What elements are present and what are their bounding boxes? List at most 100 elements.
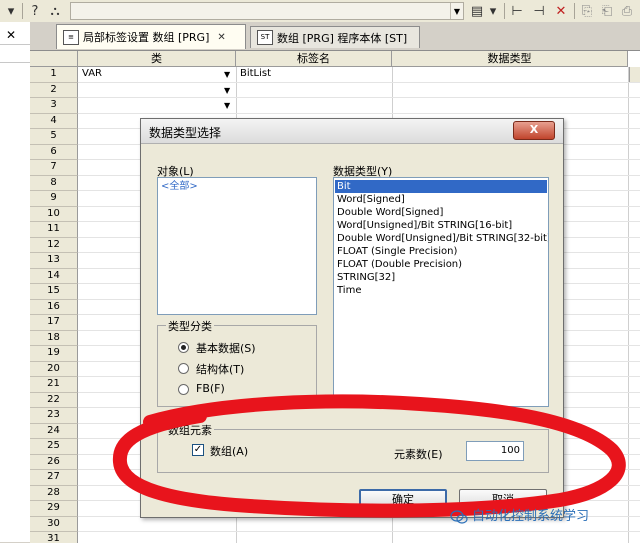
row-number[interactable]: 29: [30, 501, 78, 517]
chevron-down-icon[interactable]: ▼: [224, 101, 230, 110]
chevron-down-icon[interactable]: ▼: [224, 86, 230, 95]
chevron-down-icon[interactable]: ▼: [450, 3, 463, 19]
row-number[interactable]: 31: [30, 532, 78, 543]
tab-program-body[interactable]: ST 数组 [PRG] 程序本体 [ST]: [250, 26, 420, 48]
radio-label: FB(F): [196, 382, 225, 395]
data-type-list[interactable]: Bit Word[Signed] Double Word[Signed] Wor…: [333, 177, 549, 407]
list-item[interactable]: Double Word[Signed]: [335, 206, 443, 219]
row-number[interactable]: 16: [30, 299, 78, 315]
close-icon[interactable]: ✕: [217, 32, 225, 43]
radio-label: 基本数据(S): [196, 342, 256, 355]
array-element-group: 数组元素 ✓ 数组(A) 元素数(E) 100: [157, 422, 549, 473]
wechat-icon: [450, 509, 468, 524]
cell-class[interactable]: VAR: [82, 68, 102, 79]
row-number[interactable]: 28: [30, 485, 78, 501]
st-program-icon: ST: [257, 30, 273, 45]
list-item[interactable]: STRING[32]: [335, 271, 395, 284]
element-count-field[interactable]: 100: [466, 441, 524, 461]
row-number[interactable]: 24: [30, 423, 78, 439]
row-number[interactable]: 21: [30, 377, 78, 393]
row-number[interactable]: 18: [30, 330, 78, 346]
list-item[interactable]: <全部>: [159, 180, 198, 193]
delete-row-icon[interactable]: ✕: [552, 2, 570, 20]
row-number[interactable]: 11: [30, 222, 78, 238]
tab-local-label-settings[interactable]: ≡ 局部标签设置 数组 [PRG] ✕: [56, 24, 246, 49]
project-pane: ✕: [0, 22, 31, 542]
row-number[interactable]: 3: [30, 98, 78, 114]
chevron-down-icon[interactable]: ▼: [224, 70, 230, 79]
row-number[interactable]: 4: [30, 113, 78, 129]
tab-bar: ≡ 局部标签设置 数组 [PRG] ✕ ST 数组 [PRG] 程序本体 [ST…: [30, 22, 640, 50]
ok-button[interactable]: 确定: [359, 489, 447, 510]
list-item[interactable]: Double Word[Unsigned]/Bit STRING[32-bit]: [335, 232, 548, 245]
list-item[interactable]: Word[Signed]: [335, 193, 405, 206]
column-header-label-name[interactable]: 标签名: [236, 51, 392, 67]
row-number[interactable]: 22: [30, 392, 78, 408]
table-row: [78, 531, 640, 532]
copy-icon[interactable]: ⎗: [598, 2, 616, 20]
toolbar-icon[interactable]: ▾: [2, 2, 20, 20]
element-count-label: 元素数(E): [394, 448, 443, 461]
list-item[interactable]: Word[Unsigned]/Bit STRING[16-bit]: [335, 219, 512, 232]
watermark: 自动化控制系统学习: [450, 505, 589, 524]
insert-row-icon[interactable]: ⊢: [508, 2, 526, 20]
cut-icon[interactable]: ⎘: [578, 2, 596, 20]
checkbox-label: 数组(A): [210, 445, 249, 458]
row-number[interactable]: 13: [30, 253, 78, 269]
local-label-icon: ≡: [63, 29, 79, 45]
row-number[interactable]: 7: [30, 160, 78, 176]
array-checkbox[interactable]: ✓: [192, 444, 204, 456]
row-number[interactable]: 1: [30, 67, 78, 83]
toolbar-combo[interactable]: ▼: [70, 2, 464, 20]
table-row: [78, 97, 640, 98]
toolbar-separator: [504, 3, 505, 19]
data-type-select-dialog: 数据类型选择 X 对象(L) <全部> 数据类型(Y) Bit Word[Sig…: [140, 118, 564, 518]
dialog-title: 数据类型选择: [149, 126, 222, 140]
row-number[interactable]: 8: [30, 175, 78, 191]
row-number[interactable]: 19: [30, 346, 78, 362]
row-number[interactable]: 17: [30, 315, 78, 331]
tab-label: 局部标签设置 数组 [PRG]: [83, 31, 210, 44]
find-icon[interactable]: ⛬: [46, 2, 64, 20]
list-item[interactable]: Time: [335, 284, 361, 297]
help-icon[interactable]: ?: [26, 2, 44, 20]
toolbar: ▾ ? ⛬ ▼ ▤ ▾ ⊢ ⊣ ✕ ⎘ ⎗ ⎙: [0, 0, 640, 23]
object-list[interactable]: <全部>: [157, 177, 317, 315]
row-number[interactable]: 14: [30, 268, 78, 284]
row-number[interactable]: 15: [30, 284, 78, 300]
list-item[interactable]: Bit: [335, 180, 547, 193]
paste-icon[interactable]: ⎙: [618, 2, 636, 20]
row-number[interactable]: 25: [30, 439, 78, 455]
close-button[interactable]: X: [513, 121, 555, 140]
group-title: 数组元素: [166, 422, 214, 438]
basic-data-radio[interactable]: [178, 342, 189, 353]
chevron-down-icon[interactable]: ▾: [484, 2, 502, 20]
row-number[interactable]: 26: [30, 454, 78, 470]
row-number[interactable]: 9: [30, 191, 78, 207]
close-icon[interactable]: ✕: [6, 28, 16, 42]
cell-label-name[interactable]: BitList: [240, 68, 271, 79]
row-number[interactable]: 10: [30, 206, 78, 222]
column-header-class[interactable]: 类: [78, 51, 236, 67]
row-number[interactable]: 2: [30, 82, 78, 98]
dialog-title-bar[interactable]: 数据类型选择 X: [141, 119, 563, 144]
row-number[interactable]: 30: [30, 516, 78, 532]
row-number[interactable]: 23: [30, 408, 78, 424]
corner-header: [30, 51, 78, 67]
list-item[interactable]: FLOAT (Single Precision): [335, 245, 457, 258]
group-title: 类型分类: [166, 318, 214, 334]
tab-label: 数组 [PRG] 程序本体 [ST]: [277, 31, 408, 45]
row-number[interactable]: 5: [30, 129, 78, 145]
list-item[interactable]: FLOAT (Double Precision): [335, 258, 462, 271]
fb-radio[interactable]: [178, 384, 189, 395]
row-number[interactable]: 12: [30, 237, 78, 253]
column-header-data-type[interactable]: 数据类型: [392, 51, 628, 67]
watermark-text: 自动化控制系统学习: [472, 509, 590, 524]
insert-column-icon[interactable]: ⊣: [530, 2, 548, 20]
type-category-group: 类型分类 基本数据(S) 结构体(T) FB(F): [157, 318, 317, 407]
row-number[interactable]: 20: [30, 361, 78, 377]
toolbar-separator: [22, 3, 23, 19]
structure-radio[interactable]: [178, 363, 189, 374]
row-number[interactable]: 27: [30, 470, 78, 486]
row-number[interactable]: 6: [30, 144, 78, 160]
